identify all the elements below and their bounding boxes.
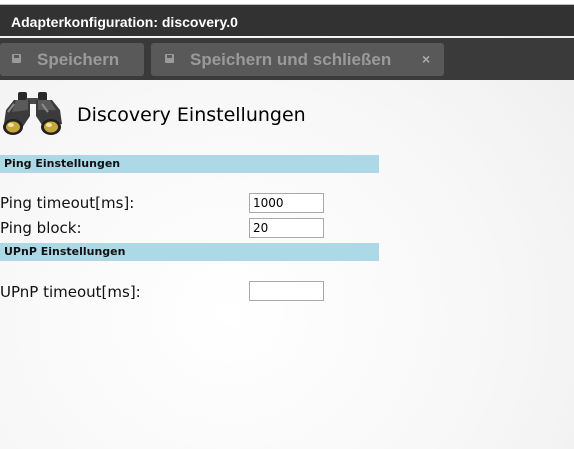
toolbar: Speichern Speichern und schließen × (0, 38, 574, 80)
save-and-close-button-label: Speichern und schließen (190, 50, 392, 69)
ping-block-label: Ping block: (0, 219, 82, 237)
save-button-label: Speichern (37, 50, 120, 69)
save-icon (165, 54, 174, 63)
section-header-ping: Ping Einstellungen (0, 155, 379, 173)
ping-timeout-label: Ping timeout[ms]: (0, 194, 135, 212)
save-button[interactable]: Speichern (0, 43, 144, 76)
window-title: Adapterkonfiguration: discovery.0 (0, 5, 574, 36)
binoculars-icon (3, 92, 62, 135)
ping-timeout-input[interactable] (249, 193, 324, 213)
save-icon (12, 54, 21, 63)
close-icon[interactable]: × (422, 51, 430, 67)
save-and-close-button[interactable]: Speichern und schließen × (151, 43, 444, 76)
ping-block-input[interactable] (249, 218, 324, 238)
page-title: Discovery Einstellungen (77, 104, 306, 126)
upnp-timeout-input[interactable] (249, 281, 324, 301)
upnp-timeout-label: UPnP timeout[ms]: (0, 283, 141, 301)
section-header-upnp: UPnP Einstellungen (0, 243, 379, 261)
